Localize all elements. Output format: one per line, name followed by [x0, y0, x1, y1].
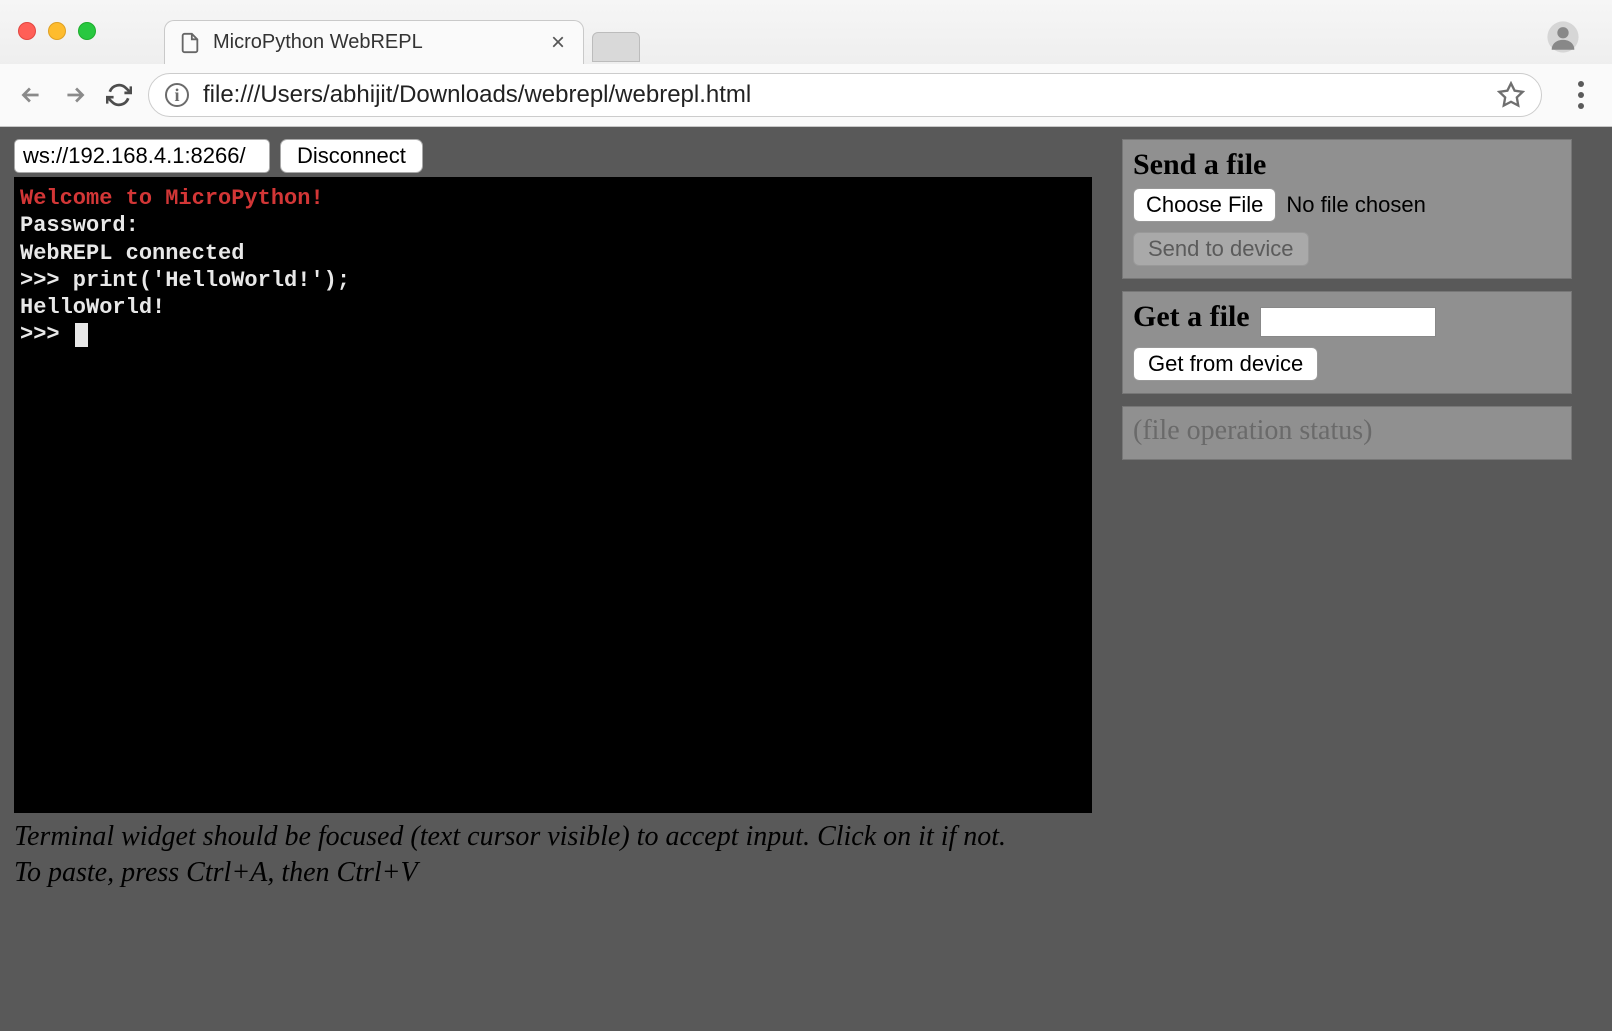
file-status-panel: (file operation status): [1122, 406, 1572, 460]
disconnect-button[interactable]: Disconnect: [280, 139, 423, 173]
terminal-welcome-line: Welcome to MicroPython!: [20, 186, 324, 211]
connection-row: Disconnect: [14, 139, 1092, 173]
address-bar-container: i: [148, 73, 1542, 117]
websocket-url-input[interactable]: [14, 139, 270, 173]
browser-chrome: MicroPython WebREPL × i: [0, 0, 1612, 127]
no-file-chosen-label: No file chosen: [1286, 192, 1425, 218]
forward-button[interactable]: [60, 80, 90, 110]
get-from-device-button[interactable]: Get from device: [1133, 347, 1318, 381]
window-controls: [18, 22, 96, 40]
site-info-icon[interactable]: i: [165, 83, 189, 107]
close-window-icon[interactable]: [18, 22, 36, 40]
terminal-hint: Terminal widget should be focused (text …: [14, 819, 1092, 892]
address-bar[interactable]: [203, 81, 1483, 109]
left-column: Disconnect Welcome to MicroPython! Passw…: [14, 139, 1092, 892]
reload-button[interactable]: [104, 80, 134, 110]
browser-tab[interactable]: MicroPython WebREPL ×: [164, 20, 584, 64]
page-body: Disconnect Welcome to MicroPython! Passw…: [0, 127, 1612, 1031]
terminal-line: WebREPL connected: [20, 241, 244, 266]
get-file-title: Get a file: [1133, 300, 1250, 333]
terminal[interactable]: Welcome to MicroPython! Password: WebREP…: [14, 177, 1092, 813]
send-file-panel: Send a file Choose File No file chosen S…: [1122, 139, 1572, 279]
tabs: MicroPython WebREPL ×: [164, 0, 640, 64]
terminal-line: >>> print('HelloWorld!');: [20, 268, 350, 293]
maximize-window-icon[interactable]: [78, 22, 96, 40]
browser-toolbar: i: [0, 64, 1612, 126]
send-file-title: Send a file: [1133, 148, 1561, 182]
file-operation-status: (file operation status): [1133, 415, 1372, 446]
get-file-input[interactable]: [1260, 307, 1436, 337]
file-icon: [179, 32, 201, 54]
terminal-cursor: [75, 323, 88, 347]
terminal-prompt: >>>: [20, 322, 73, 347]
bookmark-star-icon[interactable]: [1497, 81, 1525, 109]
choose-file-button[interactable]: Choose File: [1133, 188, 1276, 222]
close-tab-icon[interactable]: ×: [547, 32, 569, 54]
new-tab-button[interactable]: [592, 32, 640, 62]
send-to-device-button[interactable]: Send to device: [1133, 232, 1309, 266]
right-column: Send a file Choose File No file chosen S…: [1122, 139, 1572, 460]
hint-line-1: Terminal widget should be focused (text …: [14, 819, 1092, 855]
terminal-line: HelloWorld!: [20, 295, 165, 320]
back-button[interactable]: [16, 80, 46, 110]
tab-title: MicroPython WebREPL: [213, 31, 535, 54]
profile-icon[interactable]: [1546, 20, 1580, 54]
hint-line-2: To paste, press Ctrl+A, then Ctrl+V: [14, 855, 1092, 891]
terminal-line: Password:: [20, 213, 152, 238]
get-file-panel: Get a file Get from device: [1122, 291, 1572, 394]
tab-bar: MicroPython WebREPL ×: [0, 0, 1612, 64]
minimize-window-icon[interactable]: [48, 22, 66, 40]
browser-menu-icon[interactable]: [1566, 80, 1596, 110]
